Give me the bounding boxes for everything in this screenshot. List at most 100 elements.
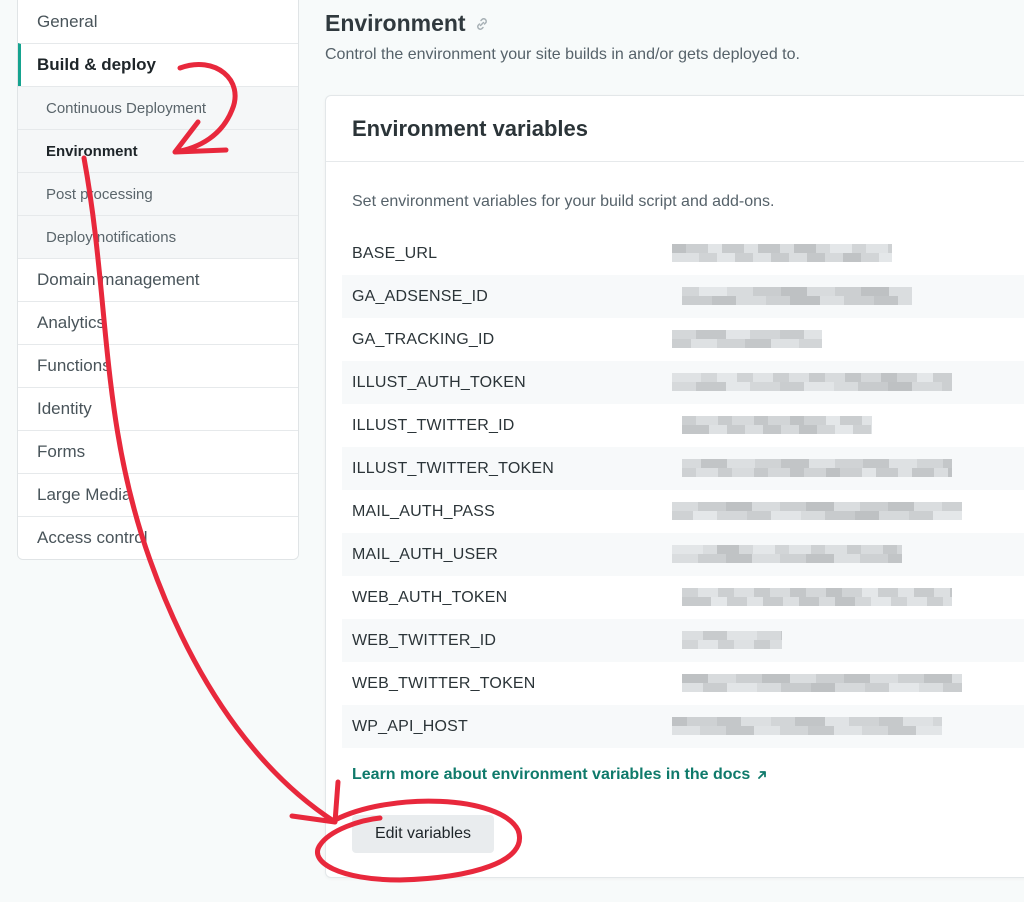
redaction-block	[795, 717, 825, 726]
redaction-block	[903, 717, 933, 726]
redaction-block	[943, 683, 962, 692]
redaction-block	[781, 683, 811, 692]
sidebar-subitem-continuous-deployment[interactable]: Continuous Deployment	[18, 86, 298, 129]
redaction-block	[699, 253, 717, 262]
sidebar-item-analytics[interactable]: Analytics	[18, 301, 298, 344]
edit-variables-button[interactable]: Edit variables	[352, 815, 494, 853]
sidebar-subitem-deploy-notifications[interactable]: Deploy notifications	[18, 215, 298, 258]
redaction-block	[811, 545, 825, 554]
redaction-block	[852, 244, 866, 253]
redaction-block	[799, 597, 819, 606]
redaction-block	[909, 511, 933, 520]
redaction-block	[830, 244, 852, 253]
redaction-block	[732, 468, 754, 477]
redaction-block	[682, 597, 711, 606]
redaction-block	[840, 416, 862, 425]
redaction-block	[718, 588, 734, 597]
redaction-block	[727, 287, 753, 296]
redaction-block	[933, 511, 962, 520]
redaction-block	[753, 287, 781, 296]
redaction-block	[711, 597, 727, 606]
redaction-block	[790, 416, 804, 425]
link-icon[interactable]	[474, 16, 490, 32]
env-variable-row: WEB_AUTH_TOKEN	[342, 576, 1024, 619]
env-variable-key: MAIL_AUTH_USER	[352, 545, 498, 563]
redaction-block	[781, 459, 809, 468]
redaction-block	[799, 425, 817, 434]
redaction-block	[860, 554, 888, 563]
redaction-block	[698, 554, 726, 563]
redaction-block	[757, 683, 781, 692]
redaction-block	[739, 545, 753, 554]
redaction-block	[672, 382, 696, 391]
env-variable-value-redacted	[672, 318, 1024, 361]
redaction-block	[889, 683, 919, 692]
sidebar-item-access-control[interactable]: Access control	[18, 516, 298, 559]
redaction-block	[879, 511, 909, 520]
redaction-block	[806, 554, 834, 563]
redaction-block	[842, 588, 862, 597]
redaction-block	[708, 674, 736, 683]
redaction-block	[682, 416, 696, 425]
redaction-block	[817, 425, 835, 434]
redaction-block	[825, 717, 849, 726]
card-header: Environment variables	[326, 96, 1024, 162]
redaction-block	[881, 373, 897, 382]
redaction-block	[952, 674, 962, 683]
sidebar-subitem-post-processing[interactable]: Post processing	[18, 172, 298, 215]
redaction-block	[698, 588, 718, 597]
env-variable-key: WEB_AUTH_TOKEN	[352, 588, 508, 606]
redaction-block	[898, 468, 912, 477]
redaction-block	[734, 640, 754, 649]
redaction-block	[809, 459, 835, 468]
redaction-block	[834, 382, 858, 391]
sidebar-item-general[interactable]: General	[18, 0, 298, 43]
card-title: Environment variables	[352, 115, 588, 141]
redaction-block	[754, 640, 770, 649]
redaction-block	[916, 726, 942, 735]
env-docs-link[interactable]: Learn more about environment variables i…	[352, 766, 768, 784]
redaction-block	[753, 253, 771, 262]
redaction-block	[843, 253, 861, 262]
sidebar-subitem-environment[interactable]: Environment	[18, 129, 298, 172]
sidebar-item-identity[interactable]: Identity	[18, 387, 298, 430]
redaction-block	[889, 459, 917, 468]
sidebar-item-domain-management[interactable]: Domain management	[18, 258, 298, 301]
redaction-block	[888, 382, 912, 391]
sidebar-item-build-deploy[interactable]: Build & deploy	[18, 43, 298, 86]
redaction-block	[790, 588, 806, 597]
redaction-block	[736, 296, 766, 305]
redaction-block	[855, 511, 879, 520]
redaction-block	[861, 253, 879, 262]
sidebar-item-functions[interactable]: Functions	[18, 344, 298, 387]
redaction-block	[727, 683, 757, 692]
redaction-block	[762, 674, 790, 683]
redaction-block	[754, 468, 768, 477]
sidebar-item-large-media[interactable]: Large Media	[18, 473, 298, 516]
env-variable-key: WEB_TWITTER_ID	[352, 631, 497, 649]
redaction-block	[750, 382, 780, 391]
redaction-block	[790, 468, 804, 477]
redaction-block	[835, 459, 863, 468]
redaction-block	[835, 425, 853, 434]
sidebar-item-forms[interactable]: Forms	[18, 430, 298, 473]
redaction-block	[825, 373, 845, 382]
env-variable-value-redacted	[672, 662, 1024, 705]
redaction-block	[672, 726, 700, 735]
redaction-block	[898, 588, 914, 597]
redaction-block	[696, 416, 718, 425]
redaction-block	[780, 502, 806, 511]
redaction-block	[754, 726, 780, 735]
redaction-block	[768, 468, 790, 477]
redaction-block	[917, 459, 943, 468]
redaction-block	[682, 674, 708, 683]
env-variable-value-redacted	[672, 275, 1024, 318]
env-variable-key: ILLUST_AUTH_TOKEN	[352, 373, 526, 391]
redaction-block	[682, 459, 701, 468]
redaction-block	[888, 502, 914, 511]
redaction-block	[672, 502, 698, 511]
env-variable-row: MAIL_AUTH_USER	[342, 533, 1024, 576]
redaction-block	[790, 674, 816, 683]
redaction-block	[750, 330, 780, 339]
env-variable-row: GA_TRACKING_ID	[342, 318, 1024, 361]
